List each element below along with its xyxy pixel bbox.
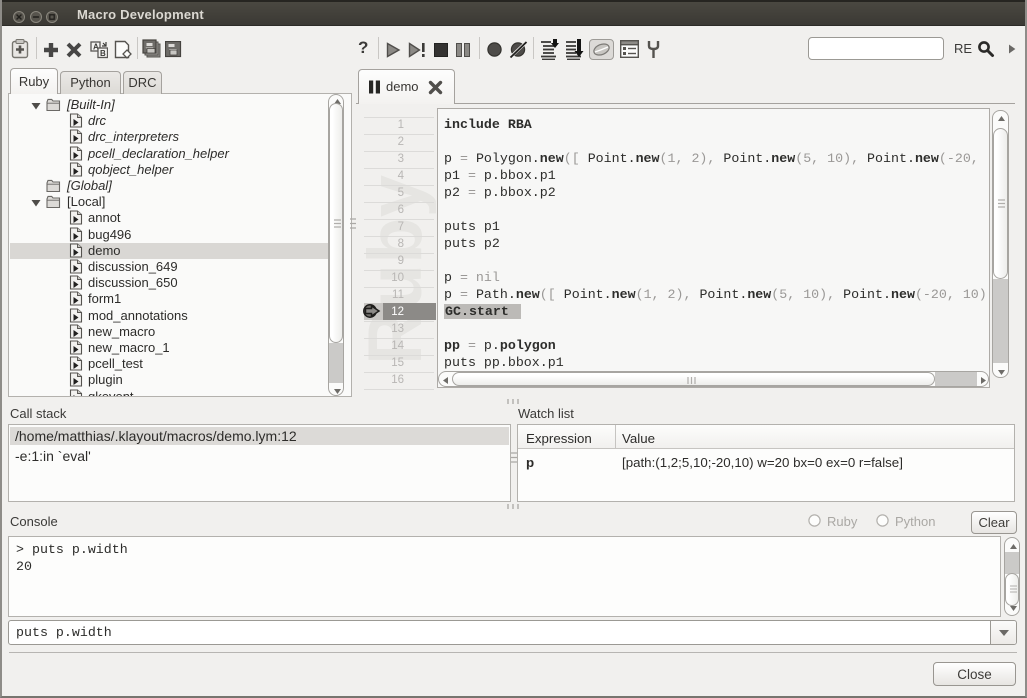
svg-text:B: B — [100, 49, 106, 58]
